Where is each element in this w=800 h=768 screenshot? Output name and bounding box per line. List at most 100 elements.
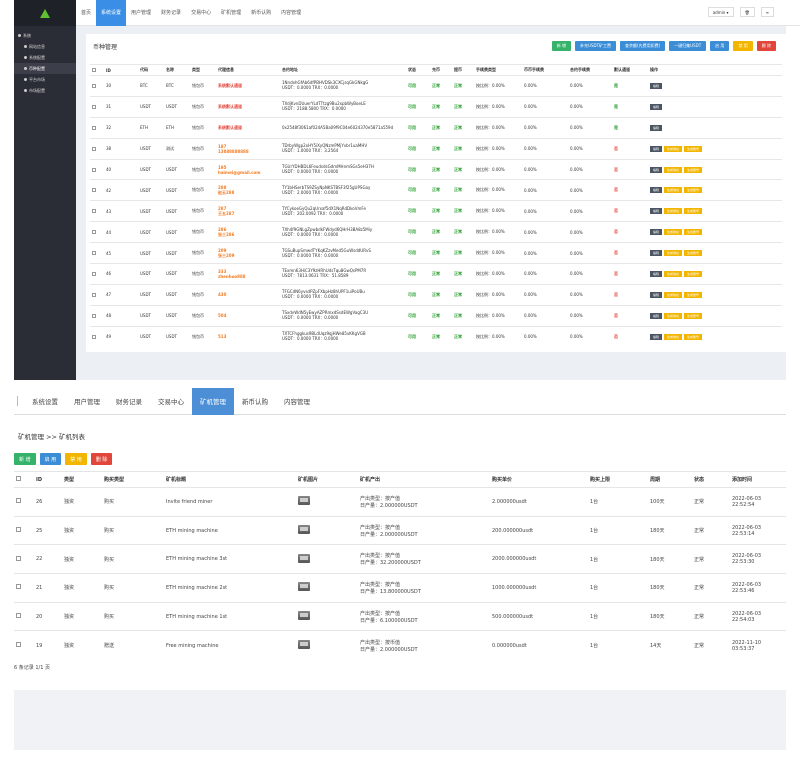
tab-home[interactable]: 首页 (76, 0, 96, 26)
coin-management-screen: 系统 网站信息 系统配置 币种配置 平台市场 市场配置 首页 系统设置 用户管理… (0, 0, 800, 385)
generate-address-button[interactable]: 生成地址 (664, 333, 683, 340)
trash-icon[interactable]: 🗑 (739, 7, 755, 17)
edit-button[interactable]: 编辑 (650, 187, 663, 194)
row-checkbox[interactable] (92, 313, 96, 318)
tab-finance[interactable]: 财务记录 (108, 388, 150, 415)
cell-type: 独资 (62, 544, 102, 574)
generate-address-button[interactable]: 生成地址 (664, 312, 683, 319)
generate-address-button[interactable]: 生成地址 (664, 166, 683, 173)
row-checkbox[interactable] (92, 83, 96, 88)
tab-finance[interactable]: 财务记录 (156, 0, 186, 26)
row-checkbox[interactable] (16, 613, 21, 619)
row-checkbox[interactable] (92, 209, 96, 214)
generate-address-button[interactable]: 生成地址 (664, 250, 683, 257)
disable-button[interactable]: 禁 用 (65, 453, 87, 465)
row-checkbox[interactable] (92, 230, 96, 235)
generate-account-button[interactable]: 生成账号 (684, 187, 703, 194)
sidebar-item-site-info[interactable]: 网站信息 (14, 41, 76, 52)
generate-address-button[interactable]: 生成地址 (664, 270, 683, 277)
generate-address-button[interactable]: 生成地址 (664, 229, 683, 236)
tab-content-management[interactable]: 内容管理 (276, 0, 306, 26)
cell-withdraw: 正常 (452, 325, 474, 348)
generate-address-button[interactable]: 生成地址 (664, 145, 683, 152)
row-checkbox[interactable] (92, 167, 96, 172)
edit-button[interactable]: 编辑 (650, 333, 663, 340)
cell-contract-fee: 0.00% (568, 242, 612, 264)
edit-button[interactable]: 编辑 (650, 124, 663, 131)
cell-default-channel: 否 (612, 242, 648, 264)
generate-address-button[interactable]: 生成地址 (664, 291, 683, 298)
edit-button[interactable]: 编辑 (650, 312, 663, 319)
sidebar-section-system[interactable]: 系统 (14, 30, 76, 41)
check-balance-button[interactable]: 查余额(先费用扣费) (620, 41, 666, 51)
menu-icon[interactable]: ≡ (760, 7, 774, 17)
sidebar-item-system-config[interactable]: 系统配置 (14, 52, 76, 63)
sidebar-item-coin-config[interactable]: 币种配置 (14, 63, 76, 74)
generate-account-button[interactable]: 生成账号 (684, 145, 703, 152)
cell-limit: 1台 (588, 601, 648, 631)
tab-new-coin[interactable]: 新币认购 (246, 0, 276, 26)
generate-account-button[interactable]: 生成账号 (684, 166, 703, 173)
generate-account-button[interactable]: 生成账号 (684, 229, 703, 236)
row-checkbox[interactable] (16, 584, 21, 590)
select-all-checkbox[interactable] (92, 68, 96, 72)
add-button[interactable]: 新 增 (14, 453, 36, 465)
tab-content-management[interactable]: 内容管理 (276, 388, 318, 415)
add-button[interactable]: 新 增 (551, 41, 572, 51)
table-row: 40 USDT USDT 钱包币 195 haimei@gmail.com TG… (90, 158, 782, 180)
row-checkbox[interactable] (16, 498, 21, 504)
generate-address-button[interactable]: 生成地址 (664, 187, 683, 194)
row-checkbox[interactable] (16, 555, 21, 561)
generate-account-button[interactable]: 生成账号 (684, 208, 703, 215)
row-checkbox[interactable] (92, 104, 96, 109)
col-header: 币币手续费 (522, 64, 568, 76)
select-all-checkbox[interactable] (16, 476, 21, 481)
generate-account-button[interactable]: 生成账号 (684, 250, 703, 257)
tab-new-coin[interactable]: 新币认购 (234, 388, 276, 415)
row-checkbox[interactable] (92, 334, 96, 339)
row-checkbox[interactable] (92, 125, 96, 130)
tab-miner-management[interactable]: 矿机管理 (192, 387, 234, 415)
sidebar-item-market-config[interactable]: 市场配置 (14, 85, 76, 96)
edit-button[interactable]: 编辑 (650, 250, 663, 257)
generate-account-button[interactable]: 生成账号 (684, 312, 703, 319)
row-checkbox[interactable] (92, 146, 96, 151)
cell-fee-type: 按比例：0.00% (474, 304, 522, 327)
row-checkbox[interactable] (16, 642, 21, 648)
edit-button[interactable]: 编辑 (650, 82, 663, 89)
edit-button[interactable]: 编辑 (650, 166, 663, 173)
user-dropdown[interactable]: admin ▾ (707, 7, 734, 17)
row-checkbox[interactable] (92, 188, 96, 193)
tab-miner-management[interactable]: 矿机管理 (216, 0, 246, 26)
replenish-fee-button[interactable]: 补充USDT矿工费 (575, 41, 617, 51)
tab-trade-center[interactable]: 交易中心 (186, 0, 216, 26)
enable-button[interactable]: 启 用 (710, 41, 730, 51)
edit-button[interactable]: 编辑 (650, 103, 663, 110)
edit-button[interactable]: 编辑 (650, 270, 663, 277)
dot-icon (24, 56, 27, 59)
edit-button[interactable]: 编辑 (650, 145, 663, 152)
row-checkbox[interactable] (16, 527, 21, 533)
cell-id: 45 (104, 242, 138, 264)
tab-system-settings[interactable]: 系统设置 (96, 0, 127, 26)
tab-user-management[interactable]: 用户管理 (126, 0, 156, 26)
row-checkbox[interactable] (92, 292, 96, 297)
row-checkbox[interactable] (92, 251, 96, 256)
sidebar-item-platform-market[interactable]: 平台市场 (14, 74, 76, 85)
tab-trade-center[interactable]: 交易中心 (150, 388, 192, 415)
generate-account-button[interactable]: 生成账号 (684, 270, 703, 277)
delete-button[interactable]: 删 除 (90, 453, 113, 465)
generate-address-button[interactable]: 生成地址 (664, 208, 683, 215)
delete-button[interactable]: 删 除 (756, 41, 776, 51)
generate-account-button[interactable]: 生成账号 (684, 291, 703, 298)
tab-system-settings[interactable]: 系统设置 (24, 388, 66, 415)
row-checkbox[interactable] (92, 271, 96, 276)
tab-user-management[interactable]: 用户管理 (66, 388, 108, 415)
enable-button[interactable]: 启 用 (39, 453, 62, 465)
collect-usdt-button[interactable]: 一键归集USDT (669, 41, 707, 51)
edit-button[interactable]: 编辑 (650, 291, 663, 298)
generate-account-button[interactable]: 生成账号 (684, 333, 703, 340)
edit-button[interactable]: 编辑 (650, 229, 663, 236)
disable-button[interactable]: 禁 用 (733, 41, 753, 51)
edit-button[interactable]: 编辑 (650, 208, 663, 215)
